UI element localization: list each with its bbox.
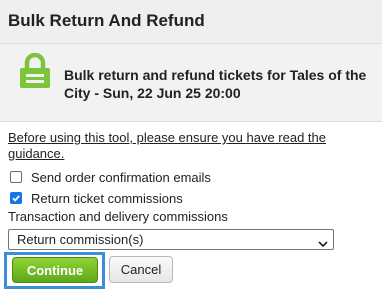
continue-button[interactable]: Continue [12,257,98,283]
send-confirmation-option[interactable]: Send order confirmation emails [10,169,211,185]
dialog-title: Bulk Return And Refund [8,11,205,30]
return-commissions-label: Return ticket commissions [31,190,183,206]
return-commissions-option[interactable]: Return ticket commissions [10,190,183,206]
transaction-commissions-label: Transaction and delivery commissions [8,209,228,224]
event-headline: Bulk return and refund tickets for Tales… [64,67,367,101]
send-confirmation-label: Send order confirmation emails [31,169,211,185]
checkmark-icon [12,195,20,202]
commission-select-value: Return commission(s) [17,232,144,247]
commission-select[interactable]: Return commission(s) [8,229,334,250]
cancel-button[interactable]: Cancel [109,256,173,283]
send-confirmation-checkbox[interactable] [10,171,22,183]
chevron-down-icon [318,236,328,251]
dialog-titlebar: Bulk Return And Refund [0,0,382,44]
guidance-link[interactable]: Before using this tool, please ensure yo… [8,130,378,162]
lock-icon [19,52,51,89]
return-commissions-checkbox[interactable] [10,192,22,204]
